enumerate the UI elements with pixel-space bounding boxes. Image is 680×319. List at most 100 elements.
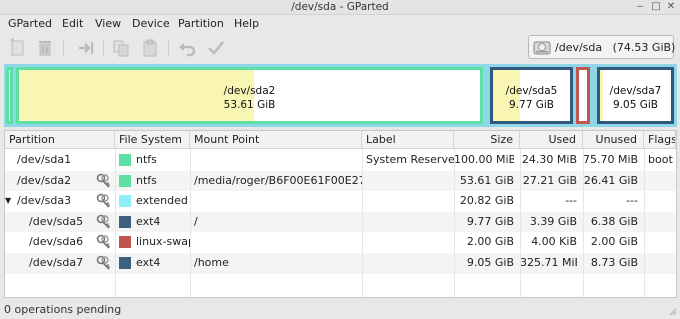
- partition-block-size: 9.05 GiB: [613, 99, 658, 111]
- partition-table: Partition File System Mount Point Label …: [4, 130, 677, 298]
- flags-cell: boot: [648, 153, 673, 166]
- menu-edit[interactable]: Edit: [62, 17, 83, 30]
- maximize-icon[interactable]: □: [650, 1, 662, 13]
- filesystem-color-swatch: [119, 236, 131, 249]
- toolbar-separator: [63, 39, 64, 57]
- size-cell: 9.05 GiB: [466, 256, 514, 269]
- minimize-icon[interactable]: ‒: [634, 1, 646, 13]
- size-cell: 20.82 GiB: [459, 194, 514, 208]
- column-divider: [362, 149, 363, 297]
- filesystem-color-swatch: [119, 174, 131, 187]
- flags-cell: [648, 191, 676, 211]
- table-row[interactable]: /dev/sda2 ntfs/media/roger/B6F00E61F00E27…: [5, 170, 676, 192]
- menu-gparted[interactable]: GParted: [8, 17, 52, 30]
- resize-grip-icon[interactable]: [667, 306, 677, 316]
- column-divider: [190, 149, 191, 297]
- close-icon[interactable]: ✕: [665, 1, 677, 13]
- flags-cell: [648, 253, 676, 273]
- partition-cell: /dev/sda1: [17, 153, 72, 166]
- table-row[interactable]: /dev/sda5 ext4/9.77 GiB 3.39 GiB 6.38 GiB: [5, 211, 676, 233]
- device-selector[interactable]: /dev/sda (74.53 GiB): [528, 35, 675, 59]
- size-cell: 53.61 GiB: [459, 173, 514, 187]
- menu-bar: GParted Edit View Device Partition Help: [0, 15, 680, 33]
- column-header-used[interactable]: Used: [520, 131, 583, 149]
- column-header-filesystem[interactable]: File System: [115, 131, 190, 149]
- status-bar: 0 operations pending: [0, 299, 680, 319]
- key-icon: [96, 255, 111, 270]
- table-header: Partition File System Mount Point Label …: [5, 131, 676, 149]
- table-row[interactable]: /dev/sda6 linux-swap 2.00 GiB 4.00 KiB 2.00 …: [5, 232, 676, 253]
- delete-icon[interactable]: [35, 38, 55, 58]
- toolbar-separator: [103, 39, 104, 57]
- used-cell: 27.21 GiB: [522, 173, 577, 187]
- filesystem-cell: ext4: [136, 214, 161, 228]
- key-icon: [96, 173, 111, 188]
- filesystem-color-swatch: [119, 257, 131, 269]
- partition-block-sda2[interactable]: /dev/sda2 53.61 GiB: [16, 67, 483, 124]
- table-row[interactable]: /dev/sda7 ext4/home 9.05 GiB 325.71 MiB 8.73…: [5, 253, 676, 274]
- menu-device[interactable]: Device: [132, 17, 170, 30]
- unused-cell: 2.00 GiB: [590, 235, 638, 249]
- menu-help[interactable]: Help: [234, 17, 259, 30]
- unused-cell: 75.70 MiB: [583, 153, 638, 166]
- partition-block-sda1[interactable]: [6, 67, 13, 124]
- label-cell: [366, 232, 454, 252]
- filesystem-cell: linux-swap: [136, 235, 190, 249]
- partition-block-sda6[interactable]: [576, 67, 590, 124]
- window-title: /dev/sda - GParted: [291, 1, 389, 13]
- filesystem-color-swatch: [119, 215, 131, 228]
- label-cell: System Reserved: [366, 153, 454, 166]
- unused-cell: 8.73 GiB: [590, 256, 638, 269]
- partition-block-sda5[interactable]: /dev/sda5 9.77 GiB: [490, 67, 573, 124]
- used-cell: 325.71 MiB: [520, 256, 577, 269]
- paste-icon[interactable]: [140, 38, 160, 58]
- label-cell: [366, 212, 454, 232]
- toolbar-separator: [168, 39, 169, 57]
- column-divider: [520, 149, 521, 297]
- title-bar: /dev/sda - GParted ‒ □ ✕: [0, 0, 680, 15]
- mount-point-cell: [194, 150, 362, 170]
- operations-pending-text: 0 operations pending: [4, 303, 122, 316]
- new-icon[interactable]: [8, 38, 28, 58]
- mount-point-cell: /: [194, 214, 198, 228]
- table-row[interactable]: /dev/sda1 ntfs System Reserved 100.00 MiB 24…: [5, 150, 676, 171]
- undo-icon[interactable]: [177, 38, 197, 58]
- column-header-partition[interactable]: Partition: [5, 131, 115, 149]
- copy-icon[interactable]: [111, 38, 131, 58]
- device-selector-label: /dev/sda (74.53 GiB): [555, 41, 675, 54]
- partition-block-name: /dev/sda2: [223, 85, 276, 97]
- size-cell: 100.00 MiB: [454, 153, 514, 166]
- mount-point-cell: [194, 191, 362, 211]
- disk-partition-map: /dev/sda2 53.61 GiB /dev/sda5 9.77 GiB /…: [4, 64, 677, 127]
- column-header-flags[interactable]: Flags: [644, 131, 676, 149]
- apply-icon[interactable]: [206, 38, 226, 58]
- used-cell: 24.30 MiB: [521, 153, 577, 166]
- used-cell: 4.00 KiB: [531, 235, 577, 249]
- column-header-mount-point[interactable]: Mount Point: [190, 131, 362, 149]
- column-header-size[interactable]: Size: [454, 131, 520, 149]
- partition-block-sda7[interactable]: /dev/sda7 9.05 GiB: [597, 67, 674, 124]
- unused-cell: ---: [626, 194, 638, 208]
- filesystem-color-swatch: [119, 195, 131, 208]
- table-row[interactable]: /dev/sda3 extended 20.82 GiB --- --- ▼: [5, 191, 676, 212]
- column-divider: [644, 149, 645, 297]
- partition-block-size: 9.77 GiB: [509, 99, 554, 111]
- partition-block-name: /dev/sda7: [609, 85, 662, 97]
- key-icon: [96, 214, 111, 229]
- label-cell: [366, 253, 454, 273]
- device-size: (74.53 GiB): [612, 41, 676, 54]
- resize-move-icon[interactable]: [76, 38, 96, 58]
- mount-point-cell: /home: [194, 256, 229, 269]
- unused-cell: 6.38 GiB: [590, 214, 638, 228]
- used-cell: ---: [565, 194, 577, 208]
- column-header-label[interactable]: Label: [362, 131, 454, 149]
- filesystem-color-swatch: [119, 154, 131, 166]
- label-cell: [366, 171, 454, 191]
- flags-cell: [648, 232, 676, 252]
- expander-arrow-icon[interactable]: ▼: [5, 191, 15, 211]
- menu-view[interactable]: View: [95, 17, 121, 30]
- unused-cell: 26.41 GiB: [583, 173, 638, 187]
- flags-cell: [648, 212, 676, 232]
- menu-partition[interactable]: Partition: [178, 17, 224, 30]
- column-header-unused[interactable]: Unused: [583, 131, 644, 149]
